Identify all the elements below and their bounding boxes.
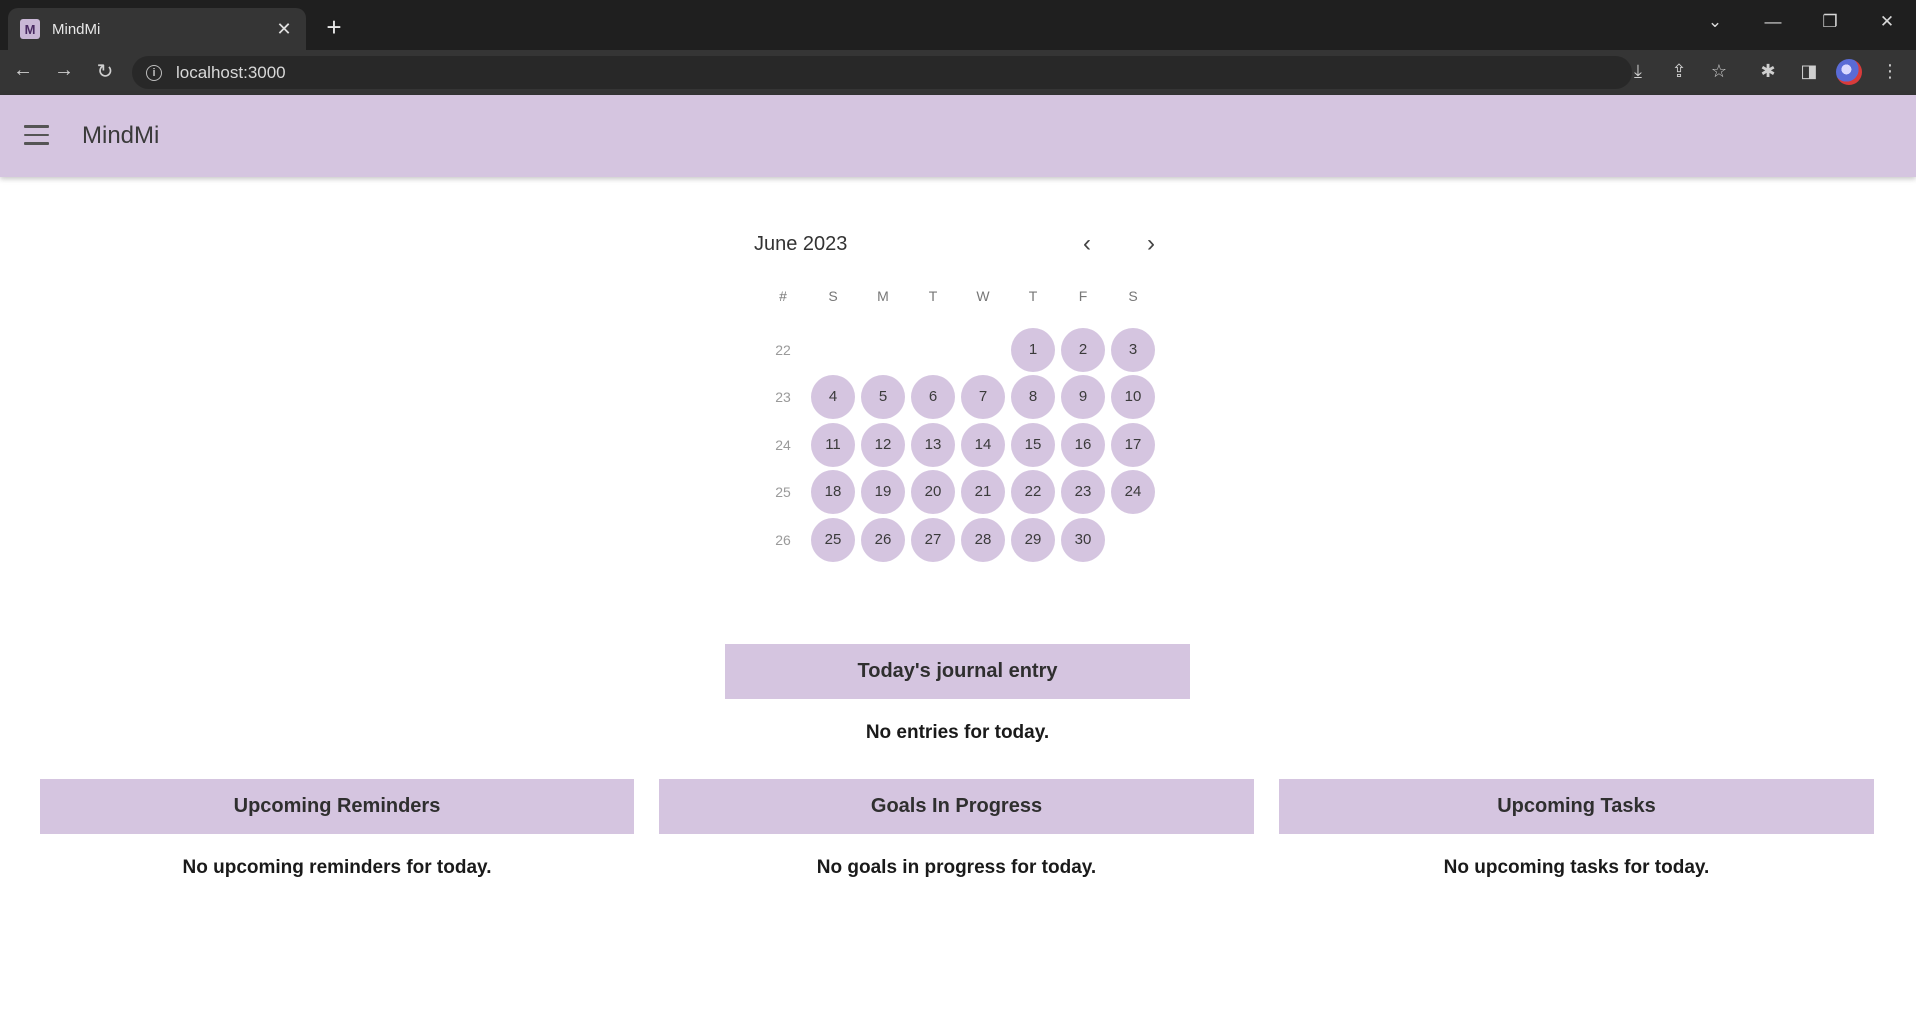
calendar-day[interactable]: 3 (1111, 328, 1155, 372)
calendar-day[interactable]: 28 (961, 518, 1005, 562)
calendar-day[interactable]: 20 (911, 470, 955, 514)
restore-icon[interactable]: ❐ (1815, 12, 1845, 32)
address-bar[interactable]: i localhost:3000 (132, 56, 1632, 89)
calendar-day[interactable]: 21 (961, 470, 1005, 514)
extensions-icon[interactable]: ✱ (1754, 61, 1782, 82)
calendar-day[interactable]: 6 (911, 375, 955, 419)
favicon-icon: M (20, 19, 40, 39)
browser-toolbar: ← → ↻ i localhost:3000 ⤓ ⇪ ☆ ✱ ◨ ⋮ (0, 50, 1916, 95)
profile-avatar-icon[interactable] (1836, 59, 1862, 85)
calendar-day[interactable]: 15 (1011, 423, 1055, 467)
week-number: 25 (775, 484, 791, 500)
previous-month-icon[interactable]: ‹ (1074, 230, 1100, 258)
calendar-day[interactable]: 7 (961, 375, 1005, 419)
calendar-day[interactable]: 10 (1111, 375, 1155, 419)
weekday-header: F (1078, 288, 1088, 304)
calendar-day[interactable]: 17 (1111, 423, 1155, 467)
browser-menu-icon[interactable]: ⋮ (1876, 61, 1904, 82)
goals-header[interactable]: Goals In Progress (659, 779, 1254, 834)
calendar-day[interactable]: 14 (961, 423, 1005, 467)
bookmark-star-icon[interactable]: ☆ (1705, 61, 1733, 82)
tab-title: MindMi (52, 20, 101, 38)
calendar-day[interactable]: 4 (811, 375, 855, 419)
site-info-icon[interactable]: i (146, 64, 162, 81)
calendar-day[interactable]: 2 (1061, 328, 1105, 372)
weekday-header: M (877, 288, 889, 304)
calendar-day[interactable]: 1 (1011, 328, 1055, 372)
calendar-day[interactable]: 12 (861, 423, 905, 467)
calendar-day[interactable]: 25 (811, 518, 855, 562)
tasks-header[interactable]: Upcoming Tasks (1279, 779, 1874, 834)
weekday-header: S (1128, 288, 1138, 304)
side-panel-icon[interactable]: ◨ (1795, 61, 1823, 82)
calendar-day[interactable]: 22 (1011, 470, 1055, 514)
weekday-header: T (928, 288, 938, 304)
calendar-day[interactable]: 13 (911, 423, 955, 467)
reload-icon[interactable]: ↻ (90, 59, 120, 84)
install-icon[interactable]: ⤓ (1624, 61, 1652, 82)
calendar-month-label: June 2023 (754, 233, 848, 255)
new-tab-button[interactable]: + (318, 13, 350, 43)
browser-tab-strip: M MindMi ✕ + ⌄ — ❐ ✕ (0, 0, 1916, 50)
week-number: 26 (775, 532, 791, 548)
calendar-day[interactable]: 9 (1061, 375, 1105, 419)
reminders-empty-message: No upcoming reminders for today. (182, 857, 492, 878)
calendar-day[interactable]: 5 (861, 375, 905, 419)
close-tab-icon[interactable]: ✕ (274, 19, 294, 40)
calendar-day[interactable]: 16 (1061, 423, 1105, 467)
calendar-day[interactable]: 24 (1111, 470, 1155, 514)
minimize-icon[interactable]: — (1758, 12, 1788, 32)
url-text[interactable]: localhost:3000 (176, 63, 286, 83)
week-number-header: # (779, 288, 787, 304)
tab-search-icon[interactable]: ⌄ (1700, 12, 1730, 32)
week-number: 24 (775, 437, 791, 453)
browser-tab[interactable]: M MindMi ✕ (8, 8, 306, 50)
app-title: MindMi (82, 122, 160, 149)
weekday-header: T (1028, 288, 1038, 304)
calendar-day[interactable]: 18 (811, 470, 855, 514)
hamburger-menu-icon[interactable] (24, 125, 49, 145)
forward-icon[interactable]: → (49, 59, 79, 82)
week-number: 22 (775, 342, 791, 358)
calendar-day[interactable]: 26 (861, 518, 905, 562)
calendar-day[interactable]: 19 (861, 470, 905, 514)
calendar-day[interactable]: 8 (1011, 375, 1055, 419)
next-month-icon[interactable]: › (1138, 230, 1164, 258)
week-number: 23 (775, 389, 791, 405)
window-close-icon[interactable]: ✕ (1872, 12, 1902, 32)
tasks-empty-message: No upcoming tasks for today. (1443, 857, 1710, 878)
journal-header[interactable]: Today's journal entry (725, 644, 1190, 699)
journal-empty-message: No entries for today. (865, 722, 1050, 743)
calendar-day[interactable]: 27 (911, 518, 955, 562)
back-icon[interactable]: ← (8, 59, 38, 82)
calendar-day[interactable]: 29 (1011, 518, 1055, 562)
calendar-day[interactable]: 11 (811, 423, 855, 467)
calendar-day[interactable]: 30 (1061, 518, 1105, 562)
goals-empty-message: No goals in progress for today. (816, 857, 1097, 878)
weekday-header: W (976, 288, 990, 304)
reminders-header[interactable]: Upcoming Reminders (40, 779, 634, 834)
weekday-header: S (828, 288, 838, 304)
share-icon[interactable]: ⇪ (1665, 61, 1693, 82)
calendar-day[interactable]: 23 (1061, 470, 1105, 514)
app-bar: MindMi (0, 95, 1916, 177)
